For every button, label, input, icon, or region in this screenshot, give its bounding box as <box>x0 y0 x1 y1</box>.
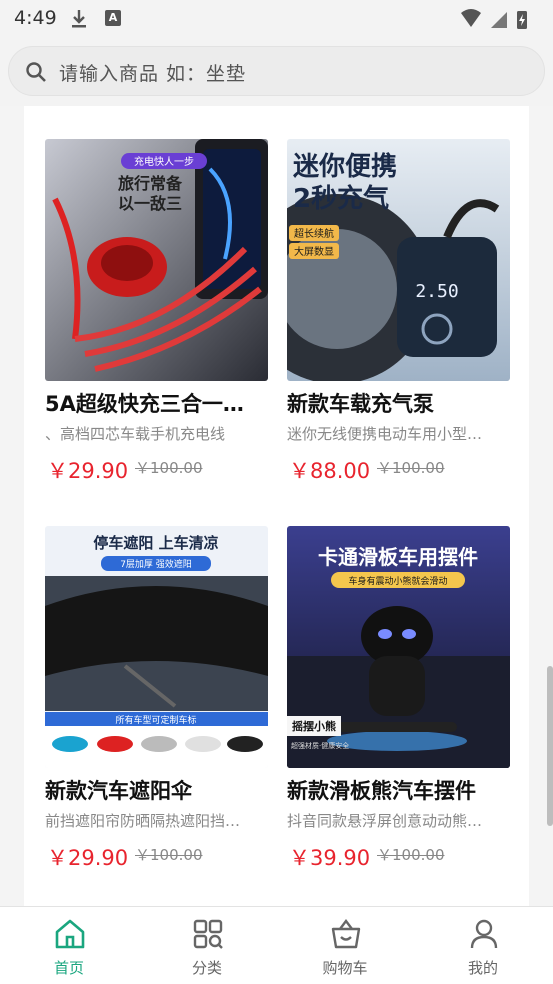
image-headline-2: 以一敌三 <box>118 194 182 213</box>
original-price: ￥100.00 <box>135 459 203 477</box>
price-row: ￥88.00 ￥100.00 <box>287 455 510 485</box>
product-subtitle: 前挡遮阳帘防晒隔热遮阳挡… <box>45 812 241 830</box>
profile-icon <box>470 919 498 949</box>
original-price: ￥100.00 <box>377 459 445 477</box>
tab-cart[interactable]: 购物车 <box>276 907 414 984</box>
search-icon <box>26 62 46 82</box>
image-tag: 摇摆小熊 <box>292 719 336 733</box>
category-icon <box>193 919 223 949</box>
original-price: ￥100.00 <box>135 846 203 864</box>
tab-home[interactable]: 首页 <box>0 907 138 984</box>
home-icon <box>55 919 85 949</box>
product-title[interactable]: 新款车载充气泵 <box>287 389 510 419</box>
download-icon <box>72 10 86 28</box>
search-area: 请输入商品 如：坐垫 <box>0 36 553 106</box>
bottom-tab-bar: 首页 分类 购物车 我的 <box>0 906 553 984</box>
system-status-icons <box>461 9 527 29</box>
product-feed[interactable]: 充电快人一步 旅行常备 以一敌三 5A超级快充三合一… 、高档四芯车载手机充电线… <box>0 106 553 906</box>
product-price: ￥29.90 <box>47 459 129 483</box>
image-tag-1: 超长续航 <box>294 227 334 240</box>
search-placeholder: 请输入商品 如：坐垫 <box>59 63 247 85</box>
original-price: ￥100.00 <box>377 846 445 864</box>
product-image[interactable]: 停车遮阳 上车清凉 7层加厚 强效遮阳 所有车型可定制车标 <box>45 526 268 768</box>
image-tag-2: 超强材质·健康安全 <box>291 741 349 750</box>
notification-a-icon: A <box>105 10 121 26</box>
image-headline: 停车遮阳 上车清凉 <box>93 534 218 552</box>
image-badge: 充电快人一步 <box>134 155 194 168</box>
image-footer: 所有车型可定制车标 <box>115 714 196 726</box>
product-image[interactable]: 卡通滑板车用摆件 车身有震动小熊就会滑动 摇摆小熊 超强材质·健康安全 <box>287 526 510 768</box>
image-headline-1: 迷你便携 <box>293 151 397 182</box>
tab-label: 分类 <box>191 959 222 977</box>
image-headline: 卡通滑板车用摆件 <box>318 545 478 569</box>
product-title[interactable]: 5A超级快充三合一… <box>45 389 268 419</box>
tab-label: 我的 <box>467 959 498 977</box>
product-image[interactable]: 充电快人一步 旅行常备 以一敌三 <box>45 139 268 381</box>
image-headline-2: 2秒充气 <box>293 183 389 214</box>
cart-icon <box>331 919 361 949</box>
image-headline-1: 旅行常备 <box>118 174 183 193</box>
image-badge: 7层加厚 强效遮阳 <box>120 558 192 570</box>
signal-icon <box>491 12 507 28</box>
price-row: ￥39.90 ￥100.00 <box>287 842 510 872</box>
product-card[interactable]: 2.50 迷你便携 2秒充气 超长续航 大屏数显 新款车载充气泵 迷你无线便携电… <box>287 139 510 485</box>
tab-profile[interactable]: 我的 <box>414 907 552 984</box>
price-row: ￥29.90 ￥100.00 <box>45 455 268 485</box>
scrollbar-thumb[interactable] <box>547 666 553 826</box>
product-card[interactable]: 卡通滑板车用摆件 车身有震动小熊就会滑动 摇摆小熊 超强材质·健康安全 新款滑板… <box>287 526 510 872</box>
product-price: ￥88.00 <box>289 459 371 483</box>
product-card[interactable]: 充电快人一步 旅行常备 以一敌三 5A超级快充三合一… 、高档四芯车载手机充电线… <box>45 139 268 485</box>
tab-label: 首页 <box>53 959 84 977</box>
tab-label: 购物车 <box>322 959 368 977</box>
product-subtitle: 、高档四芯车载手机充电线 <box>45 425 226 443</box>
product-image[interactable]: 2.50 迷你便携 2秒充气 超长续航 大屏数显 <box>287 139 510 381</box>
tab-category[interactable]: 分类 <box>138 907 276 984</box>
product-price: ￥39.90 <box>289 846 371 870</box>
product-subtitle: 迷你无线便携电动车用小型… <box>287 425 483 443</box>
price-row: ￥29.90 ￥100.00 <box>45 842 268 872</box>
wifi-icon <box>461 9 481 27</box>
image-tag-2: 大屏数显 <box>294 245 334 258</box>
status-bar: 4:49 A <box>0 0 553 36</box>
pump-display: 2.50 <box>415 281 458 302</box>
product-subtitle: 抖音同款悬浮屏创意动动熊… <box>287 812 483 830</box>
product-grid: 充电快人一步 旅行常备 以一敌三 5A超级快充三合一… 、高档四芯车载手机充电线… <box>24 106 529 906</box>
search-input[interactable]: 请输入商品 如：坐垫 <box>8 46 545 96</box>
product-card[interactable]: 停车遮阳 上车清凉 7层加厚 强效遮阳 所有车型可定制车标 新款汽车遮阳伞 前挡… <box>45 526 268 872</box>
product-title[interactable]: 新款滑板熊汽车摆件 <box>287 776 510 806</box>
status-time: 4:49 <box>14 7 57 29</box>
image-badge: 车身有震动小熊就会滑动 <box>348 575 447 587</box>
product-title[interactable]: 新款汽车遮阳伞 <box>45 776 268 806</box>
product-price: ￥29.90 <box>47 846 129 870</box>
